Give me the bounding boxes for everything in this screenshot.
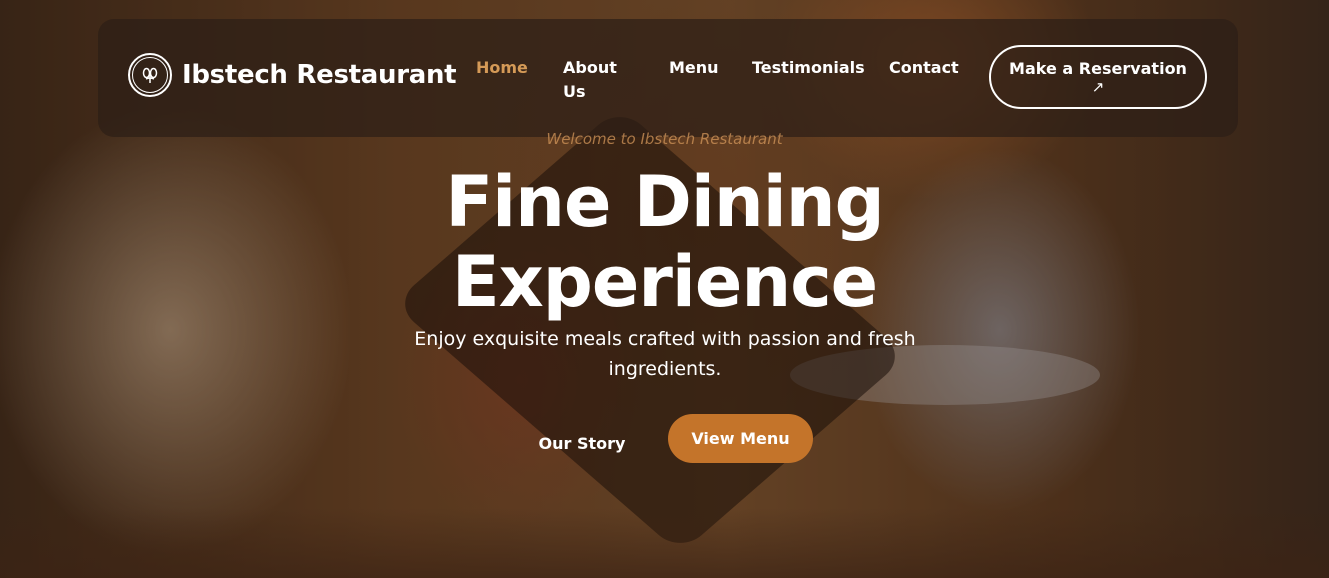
hero-headline: Fine Dining Experience	[0, 162, 1329, 322]
hero-subtext: Enjoy exquisite meals crafted with passi…	[414, 328, 916, 380]
leaf-cluster-glyph	[142, 67, 158, 83]
make-reservation-label: Make a Reservation	[1009, 59, 1187, 78]
arrow-up-right-icon: ↗	[1091, 78, 1105, 96]
nav-item-home[interactable]: Home	[476, 56, 528, 80]
nav-item-menu[interactable]: Menu	[669, 56, 719, 80]
nav-item-testimonials[interactable]: Testimonials	[752, 56, 865, 80]
make-reservation-button[interactable]: Make a Reservation ↗	[989, 45, 1207, 109]
hero-headline-line1: Fine Dining	[445, 161, 884, 243]
nav-item-contact[interactable]: Contact	[889, 56, 959, 80]
view-menu-button[interactable]: View Menu	[668, 414, 813, 463]
background-table-shade	[0, 508, 1329, 578]
hero-headline-line2: Experience	[451, 241, 878, 323]
brand-name: Ibstech Restaurant	[182, 60, 457, 90]
our-story-button[interactable]: Our Story	[527, 424, 637, 462]
hero-eyebrow: Welcome to Ibstech Restaurant	[546, 130, 783, 148]
nav-item-about-us[interactable]: About Us	[563, 56, 625, 104]
brand-logo-link[interactable]: Ibstech Restaurant	[128, 53, 457, 97]
navbar: Ibstech Restaurant Home About Us Menu Te…	[98, 19, 1238, 137]
leaf-cluster-icon	[128, 53, 172, 97]
